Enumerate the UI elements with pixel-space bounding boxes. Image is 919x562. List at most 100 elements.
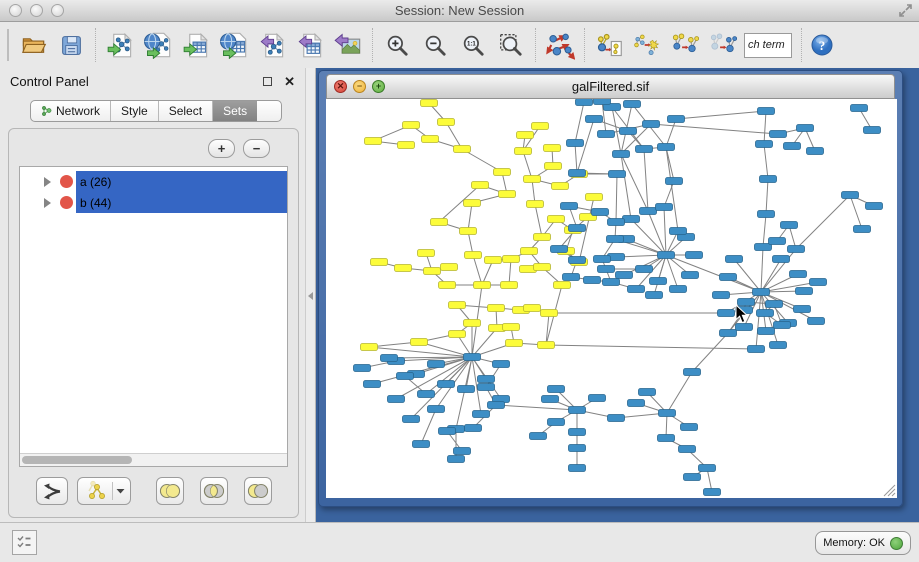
graph-node[interactable]: [670, 286, 687, 293]
graph-node[interactable]: [766, 301, 783, 308]
graph-node[interactable]: [842, 192, 859, 199]
graph-node[interactable]: [569, 465, 586, 472]
scrollbar-thumb[interactable]: [22, 456, 132, 464]
graph-node[interactable]: [666, 178, 683, 185]
set-difference-button[interactable]: [244, 477, 272, 505]
graph-node[interactable]: [448, 456, 465, 463]
graph-node[interactable]: [503, 256, 520, 263]
graph-node[interactable]: [454, 146, 471, 153]
graph-node[interactable]: [411, 339, 428, 346]
graph-node[interactable]: [395, 265, 412, 272]
graph-node[interactable]: [726, 256, 743, 263]
graph-node[interactable]: [682, 272, 699, 279]
graph-node[interactable]: [485, 257, 502, 264]
graph-node[interactable]: [439, 282, 456, 289]
graph-node[interactable]: [758, 108, 775, 115]
graph-node[interactable]: [403, 416, 420, 423]
graph-node[interactable]: [866, 203, 883, 210]
graph-node[interactable]: [552, 183, 569, 190]
new-network-from-visible-button[interactable]: [704, 25, 742, 65]
tab-select[interactable]: Select: [159, 101, 213, 121]
graph-node[interactable]: [424, 268, 441, 275]
close-panel-icon[interactable]: ✕: [284, 75, 295, 88]
graph-node[interactable]: [465, 425, 482, 432]
graph-node[interactable]: [441, 264, 458, 271]
graph-node[interactable]: [636, 146, 653, 153]
graph-node[interactable]: [686, 252, 703, 259]
graph-node[interactable]: [616, 272, 633, 279]
graph-node[interactable]: [506, 340, 523, 347]
graph-node[interactable]: [541, 310, 558, 317]
graph-node[interactable]: [769, 238, 786, 245]
graph-node[interactable]: [864, 127, 881, 134]
graph-node[interactable]: [530, 433, 547, 440]
graph-node[interactable]: [576, 99, 593, 106]
graph-node[interactable]: [607, 236, 624, 243]
graph-node[interactable]: [807, 148, 824, 155]
export-network-button[interactable]: [253, 25, 291, 65]
graph-node[interactable]: [398, 142, 415, 149]
graph-node[interactable]: [770, 131, 787, 138]
network-window[interactable]: ✕ − + galFiltered.sif: [318, 70, 903, 507]
graph-node[interactable]: [658, 435, 675, 442]
graph-node[interactable]: [755, 244, 772, 251]
graph-node[interactable]: [704, 489, 721, 496]
graph-node[interactable]: [748, 346, 765, 353]
graph-node[interactable]: [613, 151, 630, 158]
graph-node[interactable]: [569, 225, 586, 232]
graph-node[interactable]: [569, 170, 586, 177]
graph-node[interactable]: [679, 446, 696, 453]
graph-node[interactable]: [639, 389, 656, 396]
graph-node[interactable]: [569, 445, 586, 452]
graph-node[interactable]: [413, 441, 430, 448]
graph-node[interactable]: [464, 354, 481, 361]
zoom-actual-size-button[interactable]: 1:1: [454, 25, 492, 65]
tab-style[interactable]: Style: [111, 101, 159, 121]
graph-node[interactable]: [403, 122, 420, 129]
graph-node[interactable]: [586, 194, 603, 201]
graph-node[interactable]: [488, 402, 505, 409]
graph-node[interactable]: [628, 400, 645, 407]
zoom-in-button[interactable]: [378, 25, 416, 65]
graph-node[interactable]: [431, 219, 448, 226]
graph-node[interactable]: [770, 342, 787, 349]
graph-node[interactable]: [388, 396, 405, 403]
graph-node[interactable]: [757, 310, 774, 317]
graph-node[interactable]: [474, 282, 491, 289]
graph-node[interactable]: [501, 282, 518, 289]
graph-node[interactable]: [454, 448, 471, 455]
graph-node[interactable]: [758, 328, 775, 335]
graph-node[interactable]: [418, 391, 435, 398]
graph-node[interactable]: [428, 406, 445, 413]
graph-node[interactable]: [760, 176, 777, 183]
graph-node[interactable]: [790, 271, 807, 278]
split-pane-divider[interactable]: [305, 68, 316, 522]
task-history-button[interactable]: [12, 530, 37, 555]
graph-node[interactable]: [854, 226, 871, 233]
graph-node[interactable]: [478, 384, 495, 391]
graph-node[interactable]: [488, 305, 505, 312]
new-network-selected-nodes-button[interactable]: [666, 25, 704, 65]
graph-node[interactable]: [640, 208, 657, 215]
graph-node[interactable]: [713, 292, 730, 299]
graph-node[interactable]: [681, 424, 698, 431]
graph-node[interactable]: [658, 252, 675, 259]
graph-node[interactable]: [354, 365, 371, 372]
graph-node[interactable]: [422, 136, 439, 143]
graph-node[interactable]: [521, 248, 538, 255]
graph-node[interactable]: [659, 410, 676, 417]
graph-node[interactable]: [684, 369, 701, 376]
graph-node[interactable]: [421, 100, 438, 107]
graph-node[interactable]: [534, 234, 551, 241]
graph-node[interactable]: [524, 176, 541, 183]
graph-node[interactable]: [608, 415, 625, 422]
graph-node[interactable]: [623, 216, 640, 223]
graph-node[interactable]: [428, 361, 445, 368]
graph-node[interactable]: [756, 141, 773, 148]
graph-node[interactable]: [563, 274, 580, 281]
graph-node[interactable]: [794, 306, 811, 313]
set-list-item[interactable]: b (44): [20, 192, 287, 213]
graph-node[interactable]: [658, 144, 675, 151]
graph-node[interactable]: [534, 264, 551, 271]
graph-node[interactable]: [720, 330, 737, 337]
